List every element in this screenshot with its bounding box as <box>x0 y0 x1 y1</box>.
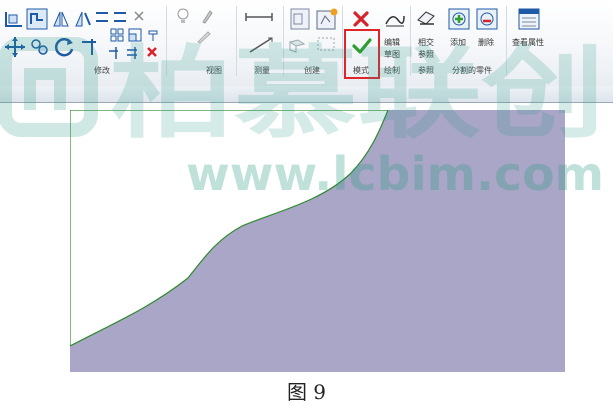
measure-icon[interactable] <box>244 10 276 24</box>
panel-title-measure: 测量 <box>254 66 270 75</box>
drawing-area[interactable] <box>0 103 613 373</box>
panel-divider <box>506 6 507 76</box>
array-icon[interactable] <box>110 28 124 42</box>
sketch-fill <box>70 110 565 372</box>
delete-button-label[interactable]: 删除 <box>478 38 494 48</box>
bulb-icon[interactable] <box>176 8 190 24</box>
panel-divider <box>283 6 284 76</box>
edit-sketch-label-2[interactable]: 草图 <box>384 50 400 60</box>
part-icon[interactable] <box>288 38 306 54</box>
rotate-icon[interactable] <box>54 36 76 58</box>
trim-single-icon[interactable] <box>108 46 122 60</box>
brush-icon[interactable] <box>200 8 214 24</box>
ribbon: 修改 视图 测量 创建 模式 编辑 草图 绘制 相交 参照 参照 添加 删除 分… <box>0 0 613 87</box>
trim-multiple-icon[interactable] <box>126 46 140 60</box>
pin-icon[interactable] <box>146 28 160 42</box>
pencil-icon[interactable] <box>196 30 212 44</box>
panel-title-modify: 修改 <box>94 66 110 75</box>
edit-sketch-icon[interactable] <box>384 10 406 28</box>
scale-icon[interactable] <box>128 28 142 42</box>
cancel-edit-icon[interactable] <box>352 10 370 28</box>
intersect-reference-icon[interactable] <box>416 8 436 28</box>
align-icon[interactable] <box>4 10 24 28</box>
figure-caption: 图 9 <box>286 380 327 404</box>
dimension-icon[interactable] <box>248 36 276 54</box>
move-icon[interactable] <box>4 36 26 58</box>
mirror-axis-icon[interactable] <box>52 10 70 28</box>
edit-sketch-label-1[interactable]: 编辑 <box>384 38 400 48</box>
part-sketch-region[interactable] <box>70 110 565 372</box>
copy-icon[interactable] <box>30 38 50 56</box>
panel-title-create: 创建 <box>304 66 320 75</box>
panel-title-view: 视图 <box>206 66 222 75</box>
panel-divider <box>236 6 237 76</box>
relative-reference-label-1[interactable]: 相交 <box>418 38 434 48</box>
mode-highlight-box <box>344 29 380 79</box>
add-part-icon[interactable] <box>448 8 470 30</box>
panel-title-reference: 参照 <box>418 66 434 75</box>
panel-divider <box>410 6 411 76</box>
view-tab-strip <box>0 86 613 103</box>
split-gap-icon[interactable] <box>114 12 126 22</box>
panel-divider <box>166 6 167 76</box>
trim-extend-icon[interactable] <box>80 38 100 56</box>
assembly-icon[interactable] <box>316 36 336 52</box>
offset-icon[interactable] <box>26 8 48 30</box>
mirror-line-icon[interactable] <box>74 10 92 28</box>
add-button-label[interactable]: 添加 <box>450 38 466 48</box>
relative-reference-label-2[interactable]: 参照 <box>418 50 434 60</box>
view-properties-label[interactable]: 查看属性 <box>512 38 544 48</box>
panel-title-draw: 绘制 <box>384 66 400 75</box>
unpin-icon[interactable] <box>132 9 146 23</box>
component-icon[interactable] <box>290 8 310 30</box>
delete-icon[interactable] <box>146 46 158 58</box>
split-element-icon[interactable] <box>96 12 108 22</box>
panel-title-parts: 分割的零件 <box>452 66 492 75</box>
create-group-icon[interactable] <box>316 8 338 30</box>
panel-divider <box>342 6 343 76</box>
view-properties-icon[interactable] <box>518 8 540 30</box>
remove-part-icon[interactable] <box>476 8 498 30</box>
